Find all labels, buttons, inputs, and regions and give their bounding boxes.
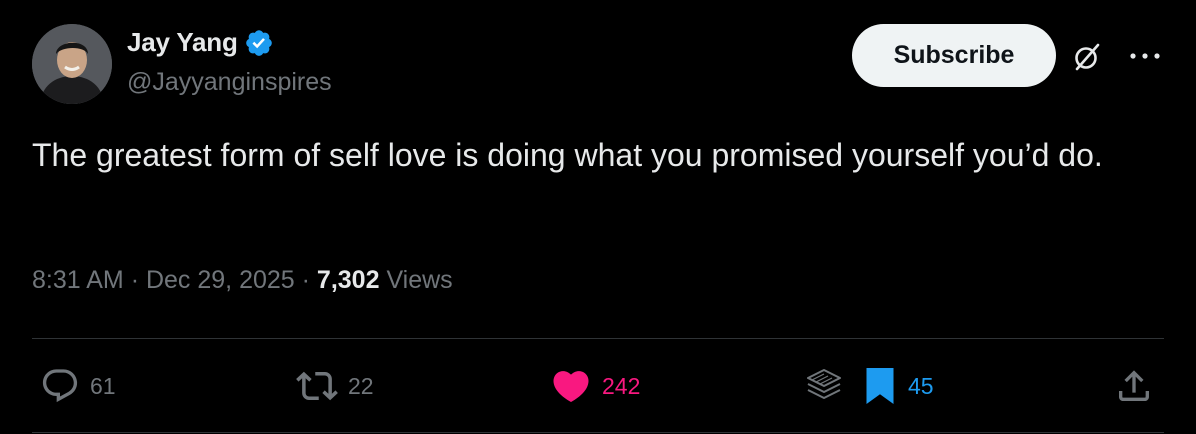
- tweet-time[interactable]: 8:31 AM: [32, 266, 124, 294]
- layers-icon: [807, 369, 841, 399]
- meta-separator: ·: [301, 266, 310, 294]
- tweet-meta: 8:31 AM · Dec 29, 2025 · 7,302 Views: [32, 266, 453, 295]
- slashed-circle-icon[interactable]: [1070, 40, 1104, 74]
- tweet-date[interactable]: Dec 29, 2025: [146, 266, 295, 294]
- bookmark-button[interactable]: 45: [862, 364, 934, 408]
- user-handle[interactable]: @Jayyanginspires: [127, 68, 332, 97]
- display-name[interactable]: Jay Yang: [127, 27, 238, 58]
- verified-badge-icon: [245, 29, 272, 56]
- repost-icon: [296, 371, 338, 401]
- views-label: Views: [386, 266, 453, 294]
- avatar[interactable]: [32, 24, 112, 104]
- divider: [32, 432, 1164, 433]
- share-icon: [1119, 370, 1149, 401]
- name-row: Jay Yang: [127, 27, 274, 58]
- views-count: 7,302: [316, 266, 380, 294]
- tweet-card: Jay Yang @Jayyanginspires Subscribe The …: [0, 0, 1196, 434]
- heart-icon: [553, 371, 589, 403]
- divider: [32, 338, 1164, 339]
- repost-button[interactable]: 22: [296, 364, 374, 408]
- meta-separator: ·: [130, 266, 140, 294]
- reply-count: 61: [90, 372, 116, 399]
- like-button[interactable]: 242: [550, 364, 640, 408]
- reply-button[interactable]: 61: [40, 364, 116, 408]
- layers-button[interactable]: [802, 364, 846, 408]
- bookmark-icon: [866, 368, 894, 404]
- tweet-text: The greatest form of self love is doing …: [32, 137, 1103, 173]
- bookmark-count: 45: [908, 372, 934, 399]
- reply-icon: [42, 369, 78, 403]
- like-count: 242: [602, 372, 641, 399]
- repost-count: 22: [348, 372, 374, 399]
- share-button[interactable]: [1114, 364, 1154, 408]
- more-horizontal-icon[interactable]: [1128, 44, 1162, 68]
- subscribe-button[interactable]: Subscribe: [852, 24, 1056, 87]
